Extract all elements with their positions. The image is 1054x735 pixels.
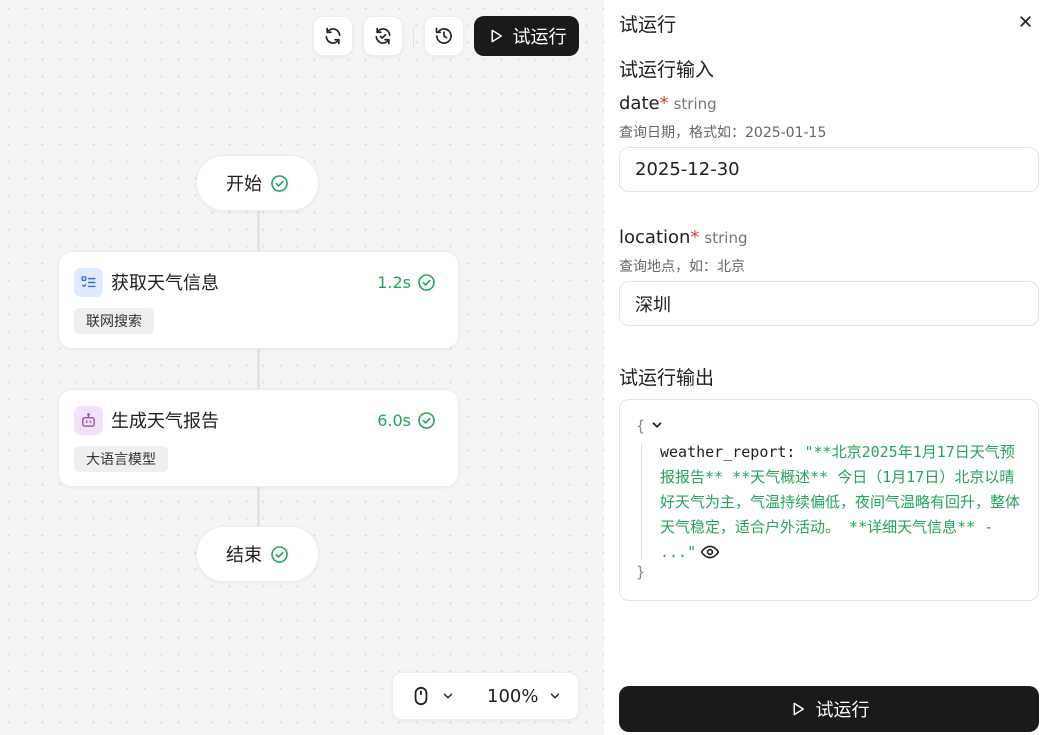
toolbar-divider (413, 26, 414, 48)
chevron-down-icon (551, 693, 560, 699)
fetch-weather-node[interactable]: 获取天气信息 1.2s 联网搜索 (58, 251, 459, 349)
test-run-submit-label: 试运行 (815, 700, 870, 721)
generate-report-tag: 大语言模型 (74, 446, 168, 472)
refresh-button[interactable] (313, 16, 353, 56)
json-key: weather_report: (660, 443, 796, 461)
location-field-name: location (619, 227, 691, 248)
generate-report-time: 6.0s (377, 410, 411, 430)
json-entry-weather-report: weather_report: "**北京2025年1月17日天气预报报告** … (660, 440, 1020, 565)
checklist-icon (74, 267, 103, 297)
sync-button[interactable] (363, 16, 403, 56)
chevron-down-icon (443, 693, 453, 699)
date-input[interactable] (619, 147, 1039, 192)
close-panel-button[interactable] (1014, 10, 1036, 32)
required-mark: * (659, 93, 669, 114)
robot-icon (74, 405, 103, 435)
output-section-title: 试运行输出 (619, 367, 715, 389)
check-circle-icon (271, 545, 288, 563)
generate-report-node[interactable]: 生成天气报告 6.0s 大语言模型 (58, 389, 459, 487)
test-run-panel: 试运行 试运行输入 date* string 查询日期，格式如：2025-01-1… (604, 0, 1054, 735)
history-icon (435, 27, 452, 44)
json-close-brace: } (636, 563, 646, 581)
workflow-canvas[interactable]: 试运行 开始 获取天气信息 1.2s 联网搜索 生成天气报告 6.0s 大语言模… (0, 0, 604, 735)
fetch-weather-time: 1.2s (377, 272, 411, 292)
required-mark: * (690, 227, 700, 248)
edge-generate-end (257, 487, 260, 526)
end-node-label: 结束 (226, 545, 262, 566)
location-field-label: location* string (619, 227, 747, 248)
json-output-viewer[interactable]: { weather_report: "**北京2025年1月17日天气预报报告*… (619, 399, 1039, 601)
edge-fetch-generate (257, 349, 260, 389)
start-node[interactable]: 开始 (196, 155, 319, 211)
date-field-label: date* string (619, 93, 717, 114)
end-node[interactable]: 结束 (196, 526, 319, 582)
test-run-top-button[interactable]: 试运行 (474, 16, 579, 56)
fetch-weather-title: 获取天气信息 (111, 273, 219, 294)
zoom-level-value: 100% (487, 685, 539, 707)
check-circle-icon (418, 411, 435, 429)
date-field-name: date (619, 93, 660, 114)
test-run-submit-button[interactable]: 试运行 (619, 686, 1039, 732)
refresh-icon (325, 27, 341, 45)
mouse-icon (414, 686, 428, 706)
generate-report-title: 生成天气报告 (111, 411, 219, 432)
fetch-weather-tag: 联网搜索 (74, 308, 154, 334)
sync-icon (375, 27, 391, 45)
eye-icon[interactable] (700, 544, 720, 560)
json-indent-guide (641, 444, 642, 560)
chevron-down-icon[interactable] (650, 418, 664, 432)
check-circle-icon (418, 273, 435, 291)
json-open-brace: { (636, 417, 646, 435)
input-section-title: 试运行输入 (619, 59, 715, 81)
edge-start-fetch (257, 211, 260, 251)
zoom-control-bar: 100% (392, 672, 579, 720)
date-field-type: string (673, 95, 717, 113)
play-icon (491, 29, 502, 43)
location-field-description: 查询地点，如：北京 (619, 259, 745, 275)
history-button[interactable] (424, 16, 464, 56)
check-circle-icon (271, 174, 288, 192)
date-field-description: 查询日期，格式如：2025-01-15 (619, 125, 827, 141)
location-input[interactable] (619, 281, 1039, 326)
interaction-mode-dropdown[interactable] (393, 686, 481, 706)
test-run-top-label: 试运行 (512, 27, 567, 48)
location-field-type: string (704, 229, 748, 247)
panel-title: 试运行 (619, 14, 677, 36)
start-node-label: 开始 (226, 174, 262, 195)
zoom-level-dropdown[interactable]: 100% (481, 686, 562, 707)
close-icon (1019, 15, 1031, 27)
play-icon (793, 702, 804, 716)
